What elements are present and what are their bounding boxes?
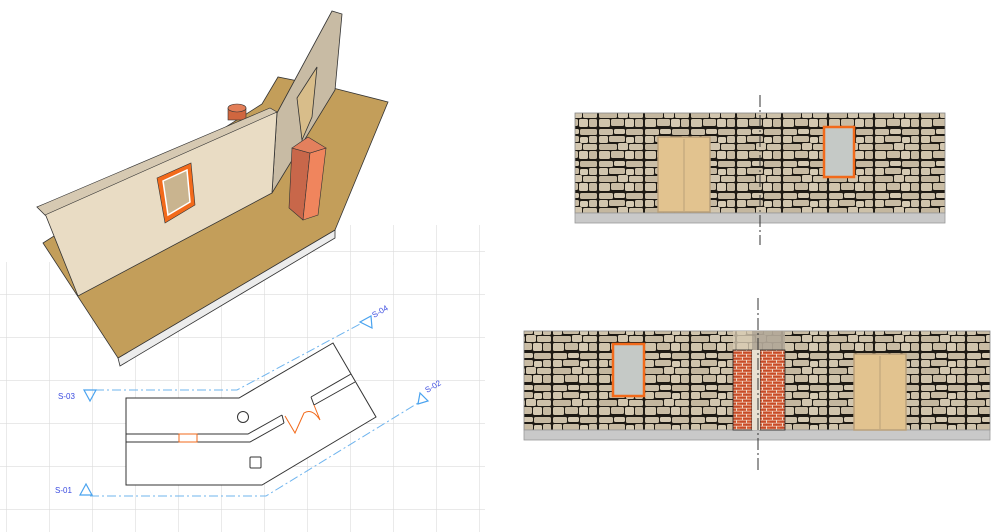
elevation-door (657, 136, 711, 213)
elevation-window (611, 342, 646, 398)
cylinder-column (227, 103, 247, 121)
brick-column-left (732, 349, 753, 431)
drawing-canvas: S-01 S-02 S-03 S-04 (0, 10, 991, 532)
section-label: S-01 (55, 486, 72, 495)
chimney-shadow (752, 331, 785, 350)
foundation (523, 429, 991, 441)
brick-column-right (759, 349, 786, 431)
plan-window (178, 433, 198, 443)
section-label: S-03 (58, 392, 75, 401)
elevation-1[interactable] (574, 95, 946, 245)
column-gap (752, 350, 760, 430)
elevation-door (853, 353, 907, 431)
elevation-2[interactable] (523, 298, 991, 472)
elevation-window (822, 125, 856, 179)
